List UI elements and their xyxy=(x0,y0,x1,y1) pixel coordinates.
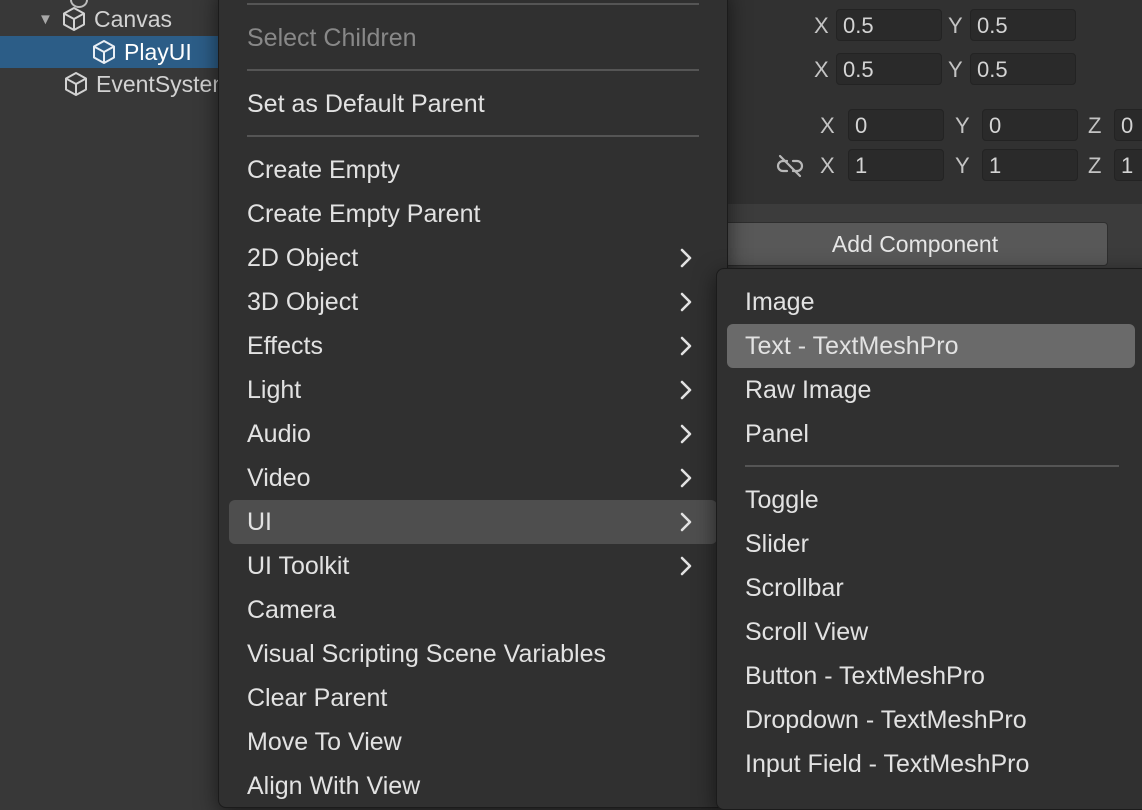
menu-item-move-to-view[interactable]: Move To View xyxy=(247,722,699,762)
menu-item-camera[interactable]: Camera xyxy=(247,590,699,630)
hierarchy-item-label: PlayUI xyxy=(124,38,192,65)
rotation-y-field[interactable]: 0 xyxy=(982,109,1078,141)
menu-item-3d-object[interactable]: 3D Object xyxy=(247,282,699,322)
y-label: Y xyxy=(948,13,963,38)
rotation-z-field[interactable]: 0 xyxy=(1114,109,1142,141)
menu-separator xyxy=(745,465,1119,467)
chevron-right-icon xyxy=(680,336,692,356)
x-label: X xyxy=(820,113,835,138)
hierarchy-item-label: EventSystem xyxy=(96,70,230,97)
context-menu: Select Children Set as Default Parent Cr… xyxy=(218,0,728,808)
submenu-item-raw-image[interactable]: Raw Image xyxy=(745,370,1129,410)
scale-x-field[interactable]: 1 xyxy=(848,149,944,181)
submenu-item-scroll-view[interactable]: Scroll View xyxy=(745,612,1129,652)
gameobject-cube-icon xyxy=(63,7,85,31)
rotation-x-field[interactable]: 0 xyxy=(848,109,944,141)
menu-item-light[interactable]: Light xyxy=(247,370,699,410)
gameobject-cube-icon xyxy=(93,40,115,64)
hierarchy-item-canvas[interactable]: ▼ Canvas xyxy=(38,3,172,35)
z-label: Z xyxy=(1088,113,1102,138)
y-label: Y xyxy=(955,113,970,138)
chevron-right-icon xyxy=(680,424,692,444)
menu-separator xyxy=(247,3,699,5)
menu-item-clear-parent[interactable]: Clear Parent xyxy=(247,678,699,718)
scale-y-field[interactable]: 1 xyxy=(982,149,1078,181)
menu-item-visual-scripting-scene-variables[interactable]: Visual Scripting Scene Variables xyxy=(247,634,699,674)
menu-item-label: UI xyxy=(247,507,272,536)
z-label: Z xyxy=(1088,153,1102,178)
submenu-item-button-textmeshpro[interactable]: Button - TextMeshPro xyxy=(745,656,1129,696)
hierarchy-item-eventsystem[interactable]: EventSystem xyxy=(62,68,230,100)
menu-item-label: 2D Object xyxy=(247,243,359,272)
pivot-x-field[interactable]: 0.5 xyxy=(836,53,942,85)
menu-item-2d-object[interactable]: 2D Object xyxy=(247,238,699,278)
gameobject-cube-icon xyxy=(65,72,87,96)
hierarchy-item-playui[interactable]: PlayUI xyxy=(0,36,218,68)
ui-submenu: Image Text - TextMeshPro Raw Image Panel… xyxy=(716,268,1142,810)
menu-item-label: Effects xyxy=(247,331,323,360)
submenu-item-scrollbar[interactable]: Scrollbar xyxy=(745,568,1129,608)
submenu-item-dropdown-textmeshpro[interactable]: Dropdown - TextMeshPro xyxy=(745,700,1129,740)
submenu-item-text-textmeshpro[interactable]: Text - TextMeshPro xyxy=(727,324,1135,368)
anchor-min-x-field[interactable]: 0.5 xyxy=(836,9,942,41)
menu-item-label: Video xyxy=(247,463,311,492)
menu-item-audio[interactable]: Audio xyxy=(247,414,699,454)
submenu-item-input-field-textmeshpro[interactable]: Input Field - TextMeshPro xyxy=(745,744,1129,784)
menu-item-ui-toolkit[interactable]: UI Toolkit xyxy=(247,546,699,586)
x-label: X xyxy=(814,13,829,38)
unlink-icon[interactable] xyxy=(776,153,804,179)
chevron-right-icon xyxy=(680,380,692,400)
menu-item-label: Light xyxy=(247,375,302,404)
x-label: X xyxy=(820,153,835,178)
menu-item-ui[interactable]: UI xyxy=(229,500,717,544)
submenu-item-panel[interactable]: Panel xyxy=(745,414,1129,454)
menu-item-create-empty-parent[interactable]: Create Empty Parent xyxy=(247,194,699,234)
menu-item-set-as-default-parent[interactable]: Set as Default Parent xyxy=(247,84,699,124)
scale-z-field[interactable]: 1 xyxy=(1114,149,1142,181)
menu-item-label: 3D Object xyxy=(247,287,359,316)
menu-item-label: Audio xyxy=(247,419,311,448)
chevron-right-icon xyxy=(680,512,692,532)
y-label: Y xyxy=(955,153,970,178)
submenu-item-image[interactable]: Image xyxy=(745,282,1129,322)
submenu-item-slider[interactable]: Slider xyxy=(745,524,1129,564)
hierarchy-item-label: Canvas xyxy=(94,5,172,32)
chevron-right-icon xyxy=(680,556,692,576)
menu-item-select-children[interactable]: Select Children xyxy=(247,18,699,58)
menu-item-video[interactable]: Video xyxy=(247,458,699,498)
pivot-y-field[interactable]: 0.5 xyxy=(970,53,1076,85)
submenu-item-toggle[interactable]: Toggle xyxy=(745,480,1129,520)
menu-separator xyxy=(247,69,699,71)
add-component-button[interactable]: Add Component xyxy=(722,222,1108,266)
anchor-min-y-field[interactable]: 0.5 xyxy=(970,9,1076,41)
hierarchy-panel: ▼ Canvas PlayUI EventSystem xyxy=(0,0,230,790)
menu-item-create-empty[interactable]: Create Empty xyxy=(247,150,699,190)
x-label: X xyxy=(814,57,829,82)
menu-separator xyxy=(247,135,699,137)
chevron-right-icon xyxy=(680,292,692,312)
menu-item-align-with-view[interactable]: Align With View xyxy=(247,766,699,806)
chevron-right-icon xyxy=(680,468,692,488)
expand-triangle-icon[interactable]: ▼ xyxy=(38,11,60,28)
menu-item-label: UI Toolkit xyxy=(247,551,350,580)
chevron-right-icon xyxy=(680,248,692,268)
y-label: Y xyxy=(948,57,963,82)
menu-item-effects[interactable]: Effects xyxy=(247,326,699,366)
